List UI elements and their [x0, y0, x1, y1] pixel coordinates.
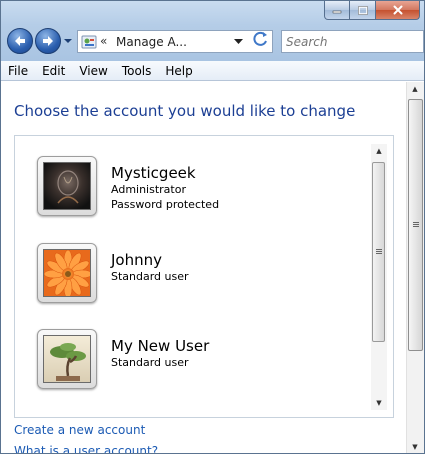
forward-button[interactable]: [35, 28, 61, 54]
account-list: Mysticgeek Administrator Password protec…: [14, 135, 394, 418]
maximize-button[interactable]: [350, 1, 376, 20]
address-text[interactable]: Manage A...: [116, 35, 187, 49]
address-chevron[interactable]: «: [100, 34, 107, 48]
address-dropdown-icon[interactable]: [234, 39, 243, 45]
forward-arrow-icon: [43, 36, 53, 46]
account-tile[interactable]: [37, 329, 97, 389]
grip-icon: [413, 222, 419, 228]
account-type: Administrator: [111, 183, 186, 196]
orange-flower-picture: [43, 249, 91, 297]
content-pane: Choose the account you would like to cha…: [1, 82, 406, 453]
bonsai-tree-picture: [43, 335, 91, 383]
page-scroll-down-icon[interactable]: ▼: [407, 440, 423, 453]
minimize-button[interactable]: [324, 1, 350, 20]
account-item-my-new-user[interactable]: My New User Standard user: [37, 329, 337, 393]
title-bar: « Manage A...: [1, 1, 424, 61]
page-scroll-up-icon[interactable]: ▲: [407, 82, 423, 96]
control-panel-window: « Manage A... File Edit View Tools Help …: [0, 0, 425, 454]
recent-pages-dropdown-icon[interactable]: [63, 36, 73, 46]
dark-abstract-picture: [43, 162, 91, 210]
page-title: Choose the account you would like to cha…: [14, 102, 356, 120]
scroll-up-icon[interactable]: ▲: [371, 144, 387, 158]
close-icon: [393, 5, 402, 15]
what-is-user-account-link[interactable]: What is a user account?: [14, 444, 158, 453]
back-arrow-icon: [15, 36, 25, 46]
page-scrollbar[interactable]: ▲ ▼: [406, 82, 424, 453]
scroll-down-icon[interactable]: ▼: [371, 396, 387, 410]
account-tile[interactable]: [37, 156, 97, 216]
account-type: Standard user: [111, 270, 189, 283]
navigation-bar: « Manage A...: [1, 26, 424, 58]
menu-edit[interactable]: Edit: [35, 61, 72, 81]
search-input[interactable]: [286, 32, 421, 52]
create-account-link[interactable]: Create a new account: [14, 423, 145, 437]
refresh-icon[interactable]: [251, 30, 271, 47]
search-box[interactable]: [281, 30, 424, 53]
account-list-scrollbar[interactable]: ▲ ▼: [371, 144, 387, 410]
account-name: My New User: [111, 337, 210, 355]
grip-icon: [376, 249, 382, 255]
back-button[interactable]: [7, 28, 33, 54]
menu-file[interactable]: File: [1, 61, 35, 81]
account-password-status: Password protected: [111, 198, 220, 211]
menu-bar: File Edit View Tools Help: [1, 61, 424, 81]
account-item-johnny[interactable]: Johnny Standard user: [37, 243, 337, 307]
account-item-mysticgeek[interactable]: Mysticgeek Administrator Password protec…: [37, 156, 337, 220]
menu-help[interactable]: Help: [158, 61, 199, 81]
account-type: Standard user: [111, 356, 189, 369]
account-name: Mysticgeek: [111, 164, 196, 182]
close-button[interactable]: [376, 1, 420, 20]
maximize-icon: [357, 5, 368, 15]
address-bar[interactable]: « Manage A...: [77, 30, 273, 53]
account-list-scroll-thumb[interactable]: [372, 162, 385, 342]
account-tile[interactable]: [37, 243, 97, 303]
menu-tools[interactable]: Tools: [115, 61, 159, 81]
page-scroll-thumb[interactable]: [408, 99, 423, 351]
menu-view[interactable]: View: [72, 61, 114, 81]
account-name: Johnny: [111, 251, 162, 269]
minimize-icon: [332, 10, 342, 14]
control-panel-icon: [81, 35, 97, 49]
caption-buttons: [324, 1, 420, 20]
